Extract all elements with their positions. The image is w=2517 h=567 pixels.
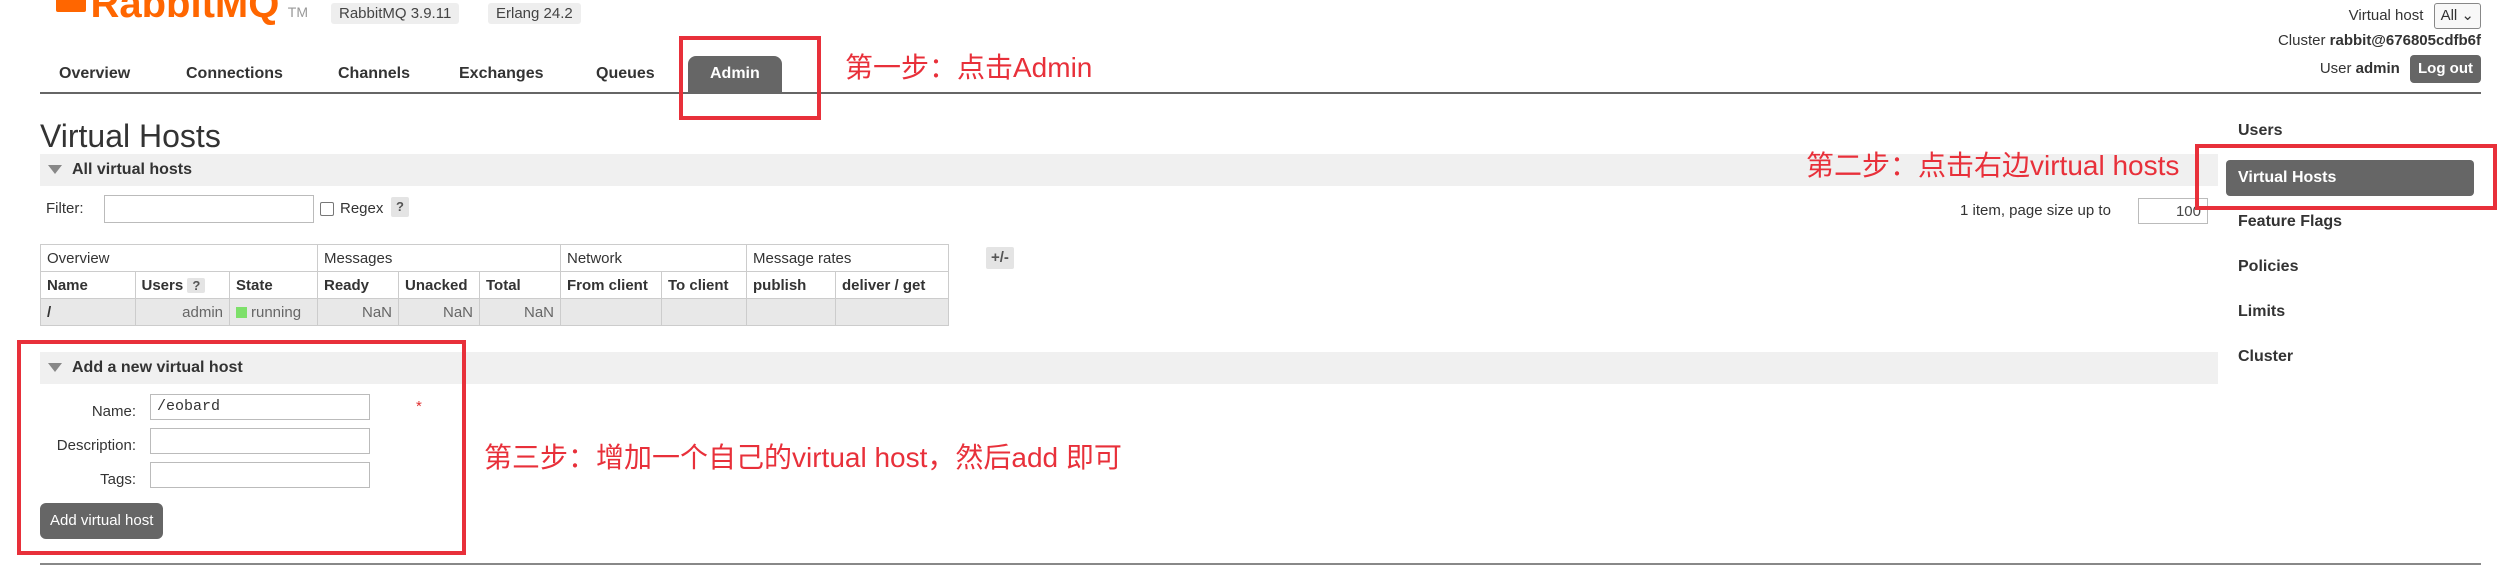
- table-header-row: Name Users ? State Ready Unacked Total F…: [40, 271, 949, 299]
- paging-text: 1 item, page size up to: [1960, 202, 2111, 219]
- user-value: admin: [2355, 60, 2400, 77]
- users-help-button[interactable]: ?: [187, 277, 206, 293]
- col-users-label: Users: [141, 276, 184, 294]
- user-label: User: [2319, 60, 2352, 77]
- table-group-row: Overview Messages Network Message rates: [40, 244, 949, 272]
- header-info: Virtual host All ⌄ Cluster rabbit@676805…: [2277, 3, 2481, 83]
- vhost-users: admin: [134, 298, 230, 326]
- vhost-from-client: [560, 298, 662, 326]
- tab-exchanges[interactable]: Exchanges: [459, 56, 543, 92]
- logo-tm: TM: [287, 4, 308, 20]
- tab-connections[interactable]: Connections: [186, 56, 283, 92]
- columns-toggle-button[interactable]: +/-: [986, 247, 1014, 269]
- group-messages: Messages: [317, 244, 561, 272]
- erlang-badge: Erlang 24.2: [488, 3, 581, 24]
- col-total: Total: [479, 271, 561, 299]
- vhost-name-link[interactable]: /: [40, 298, 136, 326]
- col-publish: publish: [746, 271, 836, 299]
- tab-overview[interactable]: Overview: [59, 56, 130, 92]
- vhost-publish: [746, 298, 836, 326]
- filter-label: Filter:: [46, 200, 84, 217]
- vhosts-table: Overview Messages Network Message rates …: [40, 244, 949, 326]
- step2-highlight-box: [2195, 144, 2497, 210]
- vhost-total: NaN: [479, 298, 561, 326]
- step1-annotation: 第一步：点击Admin: [845, 52, 1093, 83]
- col-to-client: To client: [661, 271, 747, 299]
- col-deliver-get: deliver / get: [835, 271, 949, 299]
- vhost-to-client: [661, 298, 747, 326]
- vhost-label: Virtual host: [2348, 6, 2424, 24]
- sidebar-item-limits[interactable]: Limits: [2238, 303, 2285, 321]
- table-row[interactable]: / admin running NaN NaN NaN: [40, 298, 949, 326]
- sidebar-item-feature-flags[interactable]: Feature Flags: [2238, 213, 2342, 231]
- vhost-state-text: running: [251, 303, 302, 321]
- vhost-select[interactable]: All ⌄: [2433, 3, 2481, 29]
- sidebar-item-cluster[interactable]: Cluster: [2238, 348, 2293, 366]
- nav-divider: [40, 92, 2481, 94]
- tab-queues[interactable]: Queues: [596, 56, 655, 92]
- cluster-label: Cluster: [2277, 32, 2326, 49]
- vhost-select-value: All: [2440, 7, 2458, 24]
- logout-button[interactable]: Log out: [2410, 55, 2481, 83]
- vhost-unacked: NaN: [398, 298, 480, 326]
- chevron-down-icon: ⌄: [2461, 7, 2474, 24]
- group-message-rates: Message rates: [746, 244, 949, 272]
- regex-label: Regex: [340, 200, 384, 217]
- step1-highlight-box: [679, 36, 821, 120]
- col-unacked: Unacked: [398, 271, 480, 299]
- filter-input[interactable]: [104, 195, 314, 223]
- group-overview: Overview: [40, 244, 318, 272]
- rabbitmq-logo[interactable]: RabbitMQ TM: [56, 0, 308, 26]
- step2-annotation: 第二步：点击右边virtual hosts: [1806, 150, 2180, 181]
- regex-help-button[interactable]: ?: [391, 197, 409, 217]
- sidebar-item-policies[interactable]: Policies: [2238, 258, 2298, 276]
- col-state[interactable]: State: [229, 271, 318, 299]
- rabbit-logo-icon: [56, 0, 86, 12]
- cluster-value: rabbit@676805cdfb6f: [2329, 32, 2481, 49]
- page-title: Virtual Hosts: [40, 118, 221, 154]
- version-badge: RabbitMQ 3.9.11: [331, 3, 460, 24]
- all-vhosts-section-title: All virtual hosts: [72, 161, 193, 178]
- vhost-ready: NaN: [317, 298, 399, 326]
- running-status-icon: [236, 306, 247, 318]
- col-ready: Ready: [317, 271, 399, 299]
- col-from-client: From client: [560, 271, 662, 299]
- vhost-deliver-get: [835, 298, 949, 326]
- group-network: Network: [560, 244, 747, 272]
- col-name[interactable]: Name: [40, 271, 136, 299]
- tab-channels[interactable]: Channels: [338, 56, 410, 92]
- regex-checkbox[interactable]: [320, 202, 334, 216]
- sidebar-item-users[interactable]: Users: [2238, 122, 2282, 140]
- collapse-triangle-icon: [48, 165, 62, 175]
- step3-highlight-box: [17, 340, 466, 555]
- col-users: Users ?: [134, 271, 230, 299]
- bottom-divider: [40, 563, 2481, 565]
- vhost-state: running: [229, 298, 318, 326]
- logo-text: RabbitMQ: [90, 0, 280, 26]
- step3-annotation: 第三步：增加一个自己的virtual host，然后add 即可: [484, 442, 1122, 473]
